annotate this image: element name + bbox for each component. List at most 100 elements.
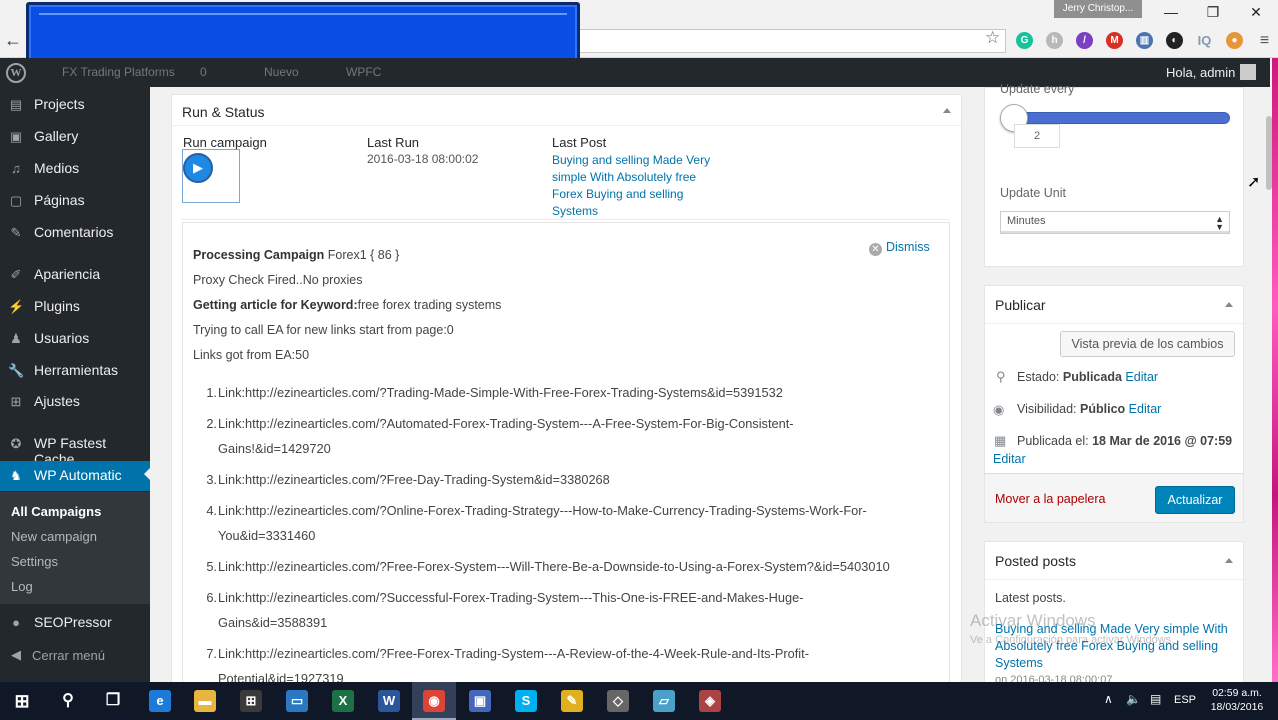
- sidebar-item-ajustes[interactable]: ⊞ Ajustes: [0, 387, 150, 417]
- list-number: 1.: [206, 385, 217, 400]
- circle-icon[interactable]: ◐: [1166, 32, 1183, 49]
- eye-icon: ◉: [993, 402, 1005, 417]
- back-arrow-icon[interactable]: ←: [4, 30, 22, 51]
- last-post-line: Forex Buying and selling: [552, 187, 684, 201]
- dismiss-button[interactable]: ✕ Dismiss: [869, 240, 930, 256]
- collapse-menu-button[interactable]: ◀ Cerrar menú: [0, 640, 150, 670]
- sidebar-item-apariencia[interactable]: ✐ Apariencia: [0, 260, 150, 290]
- site-name-link[interactable]: FX Trading Platforms: [62, 65, 175, 79]
- move-to-trash-link[interactable]: Mover a la papelera: [995, 492, 1105, 506]
- toggle-panel-icon[interactable]: [943, 108, 951, 113]
- start-icon[interactable]: ⊞: [11, 690, 33, 712]
- sidebar-item-gallery[interactable]: ▣ Gallery: [0, 122, 150, 152]
- store-icon[interactable]: ⊞: [240, 690, 262, 712]
- edge-icon[interactable]: e: [149, 690, 171, 712]
- preview-changes-button[interactable]: Vista previa de los cambios: [1060, 331, 1235, 357]
- address-bar[interactable]: [578, 29, 1006, 53]
- sidebar-item-label: Projects: [34, 96, 85, 112]
- link-text: Link:http://ezinearticles.com/?Automated…: [218, 416, 794, 456]
- menu-icon: ✐: [10, 267, 22, 282]
- edit-date-link[interactable]: Editar: [993, 452, 1026, 466]
- last-post-link[interactable]: Buying and selling Made Very simple With…: [552, 152, 710, 220]
- list-number: 4.: [206, 503, 217, 518]
- chrome-icon[interactable]: ◉: [423, 690, 445, 712]
- update-button[interactable]: Actualizar: [1155, 486, 1235, 514]
- minimize-button[interactable]: —: [1156, 2, 1186, 22]
- wpfc-link[interactable]: WPFC: [346, 65, 381, 79]
- toggle-panel-icon[interactable]: [1225, 302, 1233, 307]
- sidebar-item-usuarios[interactable]: ♟ Usuarios: [0, 324, 150, 354]
- search-icon[interactable]: ⚲: [57, 690, 79, 712]
- remote-icon[interactable]: ▣: [469, 690, 491, 712]
- task-view-icon[interactable]: ❐: [102, 690, 124, 712]
- sidebar-item-plugins[interactable]: ⚡ Plugins: [0, 292, 150, 322]
- maximize-button[interactable]: ❐: [1198, 2, 1228, 22]
- new-content-link[interactable]: Nuevo: [264, 65, 299, 79]
- submenu-log[interactable]: Log: [11, 579, 33, 594]
- skype-icon[interactable]: S: [515, 690, 537, 712]
- sidebar-item-medios[interactable]: ♫ Medios: [0, 154, 150, 184]
- sidebar-item-wp-automatic[interactable]: ♞ WP Automatic: [0, 461, 150, 491]
- play-icon[interactable]: ▶: [183, 153, 213, 183]
- submenu-all-campaigns[interactable]: All Campaigns: [11, 504, 101, 519]
- edit-status-link[interactable]: Editar: [1125, 370, 1158, 384]
- tool-icon[interactable]: ◈: [699, 690, 721, 712]
- sidebar-item-seopressor[interactable]: ● SEOPressor: [0, 608, 150, 638]
- system-clock[interactable]: 02:59 a.m. 18/03/2016: [1206, 686, 1268, 714]
- tablet-icon[interactable]: ▱: [653, 690, 675, 712]
- update-every-slider-track[interactable]: [1014, 112, 1230, 124]
- volume-icon[interactable]: 🔈: [1126, 692, 1141, 706]
- status-row: Estado: Publicada Editar: [1017, 370, 1159, 384]
- wp-automatic-submenu: All Campaigns New campaign Settings Log: [0, 492, 150, 604]
- menu-icon: ▣: [9, 129, 23, 144]
- sidebar-item-label: SEOPressor: [34, 614, 112, 630]
- notifications-icon[interactable]: ▤: [1150, 692, 1161, 706]
- run-campaign-label: Run campaign: [183, 135, 267, 150]
- language-indicator[interactable]: ESP: [1174, 694, 1196, 706]
- pen-icon[interactable]: /: [1076, 32, 1093, 49]
- last-post-label: Last Post: [552, 135, 607, 150]
- honey-icon[interactable]: h: [1046, 32, 1063, 49]
- menu-icon[interactable]: ≡: [1256, 32, 1273, 49]
- update-unit-select[interactable]: Minutes ▲ ▼: [1000, 211, 1230, 234]
- explorer-icon[interactable]: ▬: [194, 690, 216, 712]
- activation-watermark: Activar Windows: [970, 611, 1096, 630]
- sidebar-item-comentarios[interactable]: ✎ Comentarios: [0, 218, 150, 248]
- sidebar-item-projects[interactable]: ▤ Projects: [0, 90, 150, 120]
- sidebar-item-wp-fastest-cache[interactable]: ✪ WP Fastest Cache: [0, 429, 150, 467]
- separator: [985, 579, 1243, 580]
- word-icon[interactable]: W: [378, 690, 400, 712]
- sidebar-item-label: WP Automatic: [34, 467, 122, 483]
- tray-up-icon[interactable]: ∧: [1104, 692, 1113, 706]
- profile-chip[interactable]: Jerry Christop...: [1054, 0, 1142, 18]
- printer-icon[interactable]: ▥: [1136, 32, 1153, 49]
- gmail-icon[interactable]: M: [1106, 32, 1123, 49]
- menu-icon: 🔧: [8, 363, 25, 378]
- howdy-user[interactable]: Hola, admin: [1166, 65, 1235, 80]
- grammarly-icon[interactable]: G: [1016, 32, 1033, 49]
- sidebar-item-label: Ajustes: [34, 393, 80, 409]
- update-unit-value: Minutes: [1007, 215, 1046, 227]
- toggle-panel-icon[interactable]: [1225, 558, 1233, 563]
- bookmark-star-icon[interactable]: ☆: [985, 28, 1000, 48]
- close-window-button[interactable]: ✕: [1241, 2, 1271, 22]
- wordpress-logo-icon[interactable]: W: [6, 63, 26, 83]
- monitor-icon[interactable]: ▭: [286, 690, 308, 712]
- sidebar-item-label: Páginas: [34, 192, 85, 208]
- excel-icon[interactable]: X: [332, 690, 354, 712]
- comments-count[interactable]: 0: [200, 65, 207, 79]
- submenu-settings[interactable]: Settings: [11, 554, 58, 569]
- pencil-icon[interactable]: ✎: [561, 690, 583, 712]
- cookie-icon[interactable]: ●: [1226, 32, 1243, 49]
- sidebar-item-herramientas[interactable]: 🔧 Herramientas: [0, 356, 150, 386]
- clock-time: 02:59 a.m.: [1212, 687, 1262, 699]
- edit-visibility-link[interactable]: Editar: [1129, 402, 1162, 416]
- avatar[interactable]: [1240, 64, 1256, 80]
- seopressor-icon: ●: [12, 615, 20, 630]
- submenu-new-campaign[interactable]: New campaign: [11, 529, 97, 544]
- activation-watermark-sub: Ve a Configuración para activar Windows.: [970, 634, 1175, 646]
- separator: [172, 125, 961, 126]
- sidebar-item-p-ginas[interactable]: ▢ Páginas: [0, 186, 150, 216]
- box-icon[interactable]: ◇: [607, 690, 629, 712]
- iq-icon[interactable]: IQ: [1196, 32, 1213, 49]
